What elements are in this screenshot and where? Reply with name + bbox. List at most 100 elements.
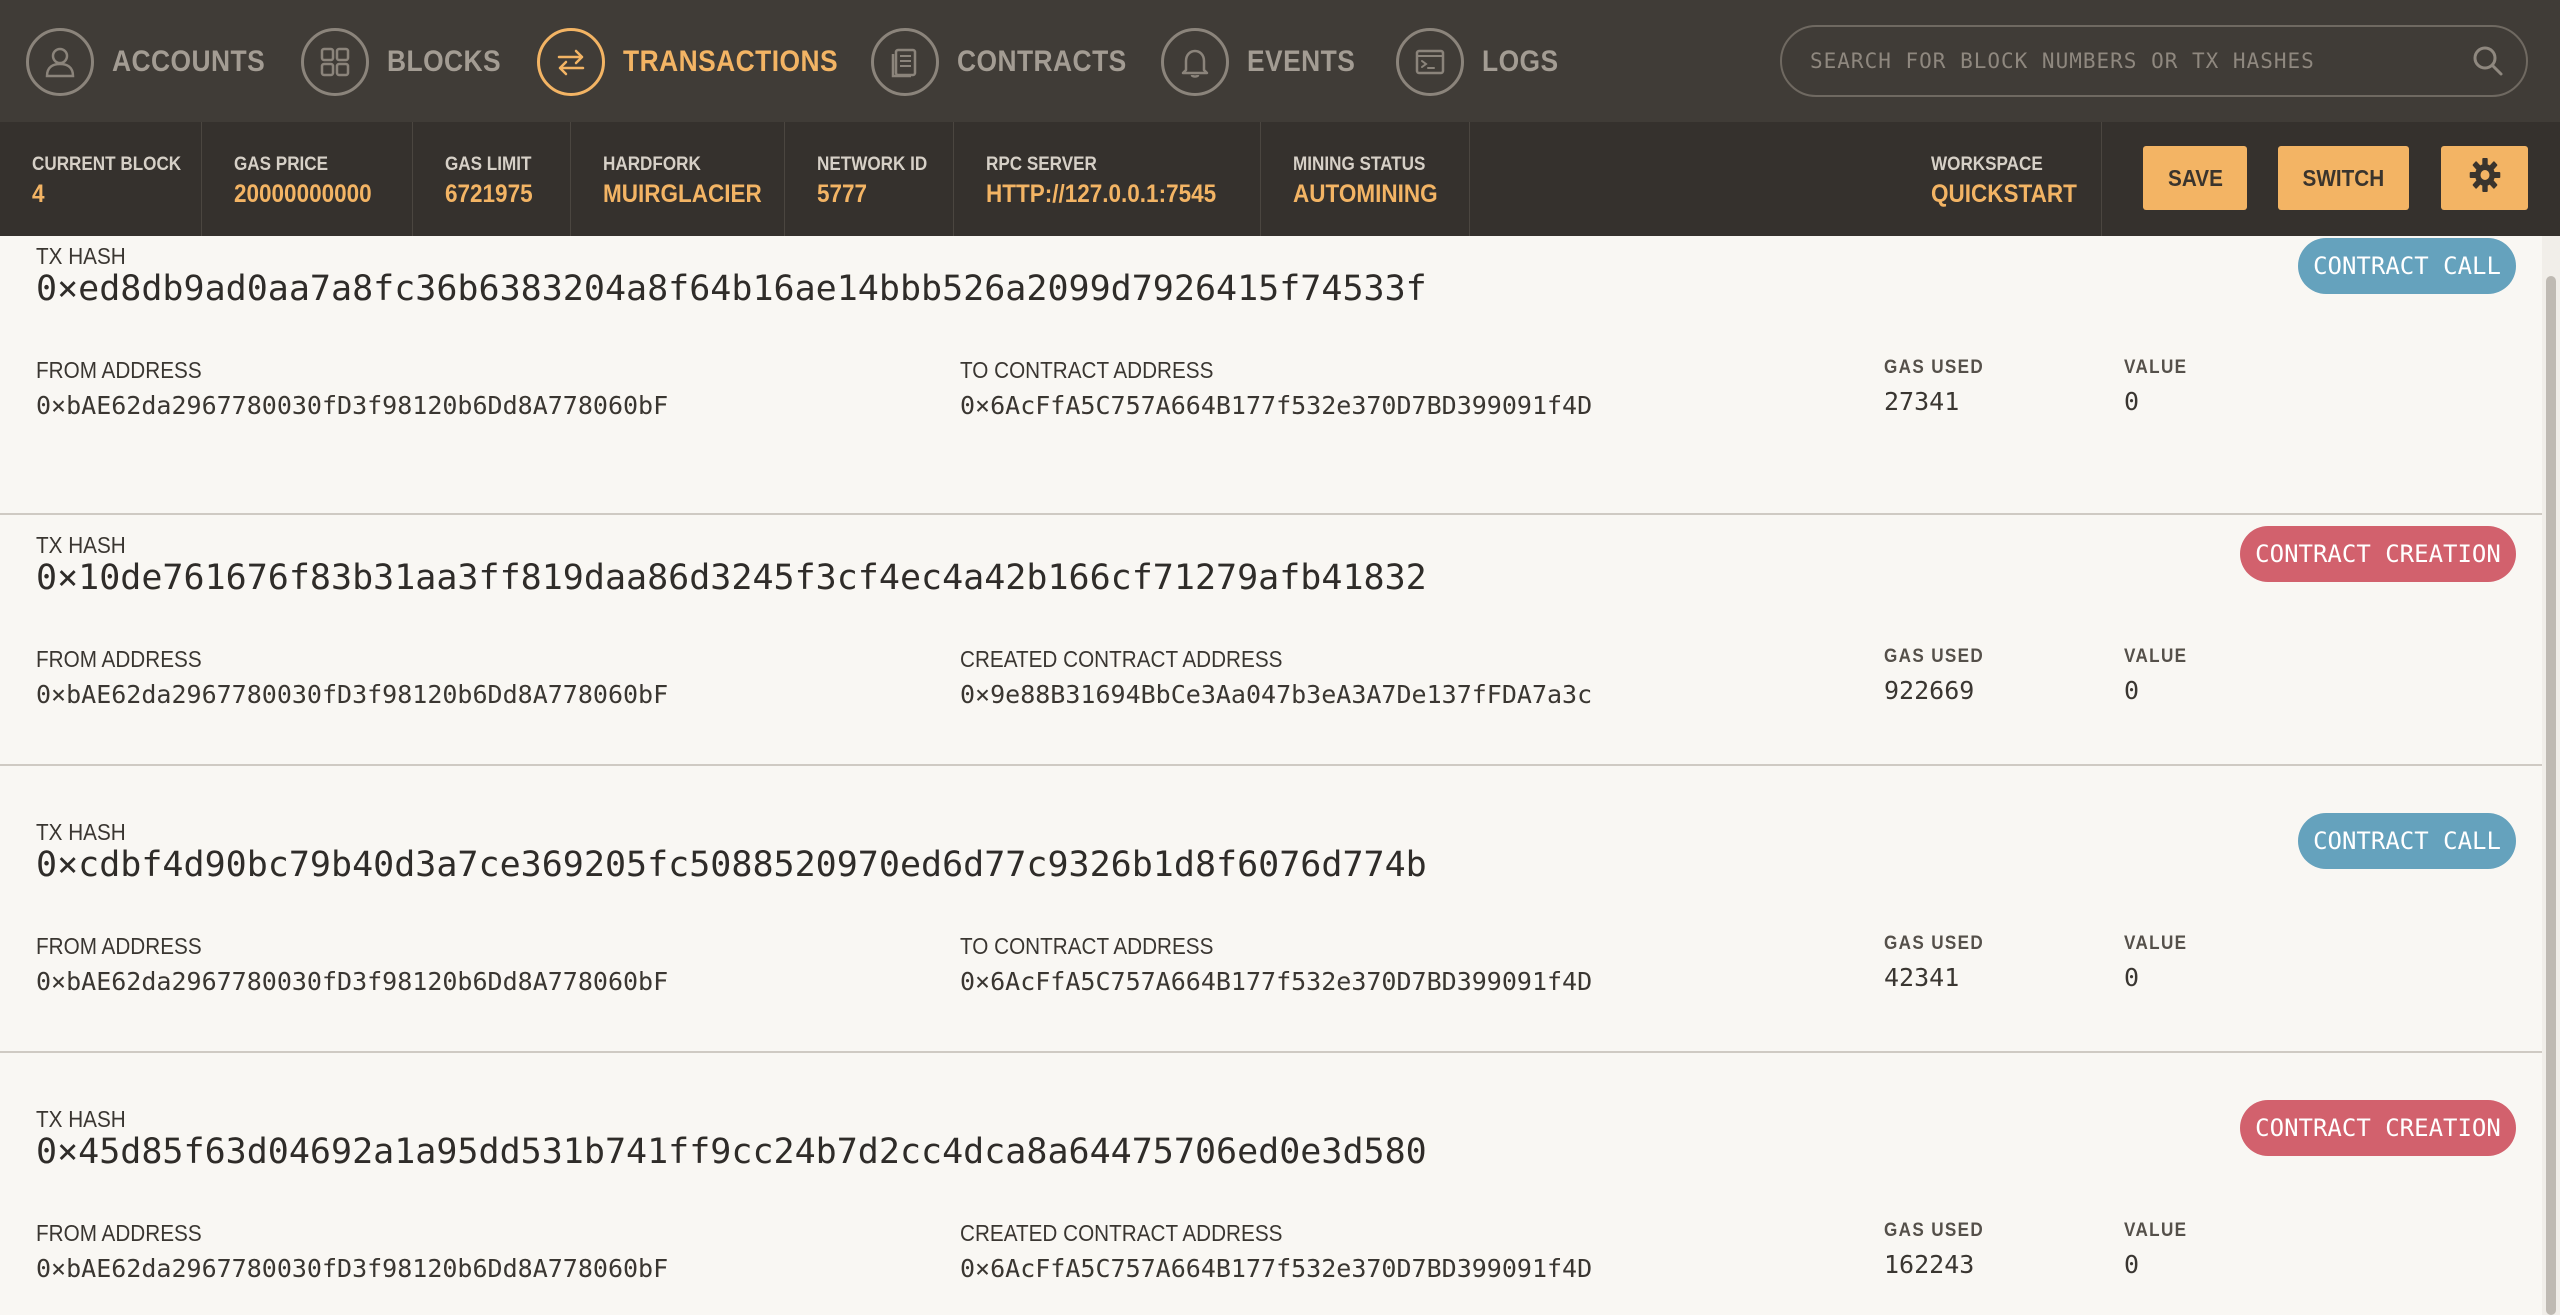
switch-button[interactable]: SWITCH xyxy=(2278,146,2409,210)
bell-icon xyxy=(1161,28,1229,96)
stat-gas-limit: GAS LIMIT 6721975 xyxy=(413,122,571,236)
from-address: 0×bAE62da2967780030fD3f98120b6Dd8A778060… xyxy=(36,391,669,420)
transaction-row[interactable]: TX HASH 0×ed8db9ad0aa7a8fc36b6383204a8f6… xyxy=(0,236,2542,515)
tx-value: 0 xyxy=(2124,387,2140,416)
to-address-label: TO CONTRACT ADDRESS xyxy=(960,357,1214,383)
stat-value: 5777 xyxy=(817,180,868,208)
nav-label: TRANSACTIONS xyxy=(623,45,839,78)
stat-rpc-server: RPC SERVER HTTP://127.0.0.1:7545 xyxy=(954,122,1261,236)
tx-type-badge: CONTRACT CALL xyxy=(2298,813,2516,869)
value-label: VALUE xyxy=(2124,1220,2188,1241)
nav-label: ACCOUNTS xyxy=(112,45,266,78)
nav-logs[interactable]: LOGS xyxy=(1396,26,1569,98)
to-address: 0×6AcFfA5C757A664B177f532e370D7BD399091f… xyxy=(960,967,1593,996)
gas-used: 42341 xyxy=(1884,963,1960,992)
stat-label: HARDFORK xyxy=(603,154,701,175)
transaction-row[interactable]: TX HASH 0×45d85f63d04692a1a95dd531b741ff… xyxy=(0,1054,2542,1315)
tx-hash-label: TX HASH xyxy=(36,243,126,269)
transaction-row[interactable]: TX HASH 0×10de761676f83b31aa3ff819daa86d… xyxy=(0,480,2542,766)
stat-value: MUIRGLACIER xyxy=(603,180,762,208)
from-address: 0×bAE62da2967780030fD3f98120b6Dd8A778060… xyxy=(36,967,669,996)
divider xyxy=(2101,122,2102,236)
person-icon xyxy=(26,28,94,96)
nav-transactions[interactable]: TRANSACTIONS xyxy=(537,26,867,98)
stat-label: NETWORK ID xyxy=(817,154,928,175)
transaction-row[interactable]: TX HASH 0×cdbf4d90bc79b40d3a7ce369205fc5… xyxy=(0,767,2542,1053)
stat-value: 4 xyxy=(32,180,45,208)
from-address-label: FROM ADDRESS xyxy=(36,1220,202,1246)
tx-hash: 0×cdbf4d90bc79b40d3a7ce369205fc508852097… xyxy=(36,845,1427,885)
tx-value: 0 xyxy=(2124,1250,2140,1279)
stat-value: AUTOMINING xyxy=(1293,180,1438,208)
gas-used-label: GAS USED xyxy=(1884,357,1985,378)
search-input[interactable] xyxy=(1808,48,2458,74)
top-navigation: ACCOUNTS BLOCKS TRANSACTIONS CONTRACTS E… xyxy=(0,0,2560,122)
stat-label: WORKSPACE xyxy=(1931,154,2043,175)
stat-label: GAS LIMIT xyxy=(445,154,532,175)
nav-label: CONTRACTS xyxy=(957,45,1127,78)
tx-value: 0 xyxy=(2124,676,2140,705)
gas-used-label: GAS USED xyxy=(1884,1220,1985,1241)
stat-value: 20000000000 xyxy=(234,180,372,208)
search-icon[interactable] xyxy=(2458,31,2518,91)
stat-label: RPC SERVER xyxy=(986,154,1097,175)
from-address-label: FROM ADDRESS xyxy=(36,646,202,672)
stat-current-block: CURRENT BLOCK 4 xyxy=(0,122,202,236)
from-address-label: FROM ADDRESS xyxy=(36,933,202,959)
to-address-label: CREATED CONTRACT ADDRESS xyxy=(960,646,1283,672)
tx-hash-label: TX HASH xyxy=(36,1106,126,1132)
scrollbar-thumb[interactable] xyxy=(2546,276,2556,1315)
stat-network-id: NETWORK ID 5777 xyxy=(785,122,954,236)
stat-label: GAS PRICE xyxy=(234,154,329,175)
swap-arrows-icon xyxy=(537,28,605,96)
to-address-label: CREATED CONTRACT ADDRESS xyxy=(960,1220,1283,1246)
tx-hash: 0×45d85f63d04692a1a95dd531b741ff9cc24b7d… xyxy=(36,1132,1427,1172)
from-address: 0×bAE62da2967780030fD3f98120b6Dd8A778060… xyxy=(36,680,669,709)
tx-value: 0 xyxy=(2124,963,2140,992)
terminal-icon xyxy=(1396,28,1464,96)
stat-value: QUICKSTART xyxy=(1931,180,2077,208)
transaction-list: TX HASH 0×ed8db9ad0aa7a8fc36b6383204a8f6… xyxy=(0,236,2542,1315)
tx-hash-label: TX HASH xyxy=(36,819,126,845)
tx-type-badge: CONTRACT CREATION xyxy=(2240,1100,2516,1156)
gas-used: 162243 xyxy=(1884,1250,1975,1279)
document-icon xyxy=(871,28,939,96)
gas-used: 922669 xyxy=(1884,676,1975,705)
nav-label: BLOCKS xyxy=(387,45,502,78)
stat-value: HTTP://127.0.0.1:7545 xyxy=(986,180,1217,208)
stat-label: MINING STATUS xyxy=(1293,154,1426,175)
nav-blocks[interactable]: BLOCKS xyxy=(301,26,517,98)
nav-contracts[interactable]: CONTRACTS xyxy=(871,26,1150,98)
tx-hash: 0×10de761676f83b31aa3ff819daa86d3245f3cf… xyxy=(36,558,1427,598)
nav-events[interactable]: EVENTS xyxy=(1161,26,1370,98)
gas-used-label: GAS USED xyxy=(1884,933,1985,954)
to-address: 0×9e88B31694BbCe3Aa047b3eA3A7De137fFDA7a… xyxy=(960,680,1593,709)
value-label: VALUE xyxy=(2124,933,2188,954)
stat-workspace: WORKSPACE QUICKSTART xyxy=(1931,122,2101,236)
tx-type-badge: CONTRACT CALL xyxy=(2298,238,2516,294)
from-address: 0×bAE62da2967780030fD3f98120b6Dd8A778060… xyxy=(36,1254,669,1283)
stat-value: 6721975 xyxy=(445,180,533,208)
stat-gas-price: GAS PRICE 20000000000 xyxy=(202,122,413,236)
gear-icon xyxy=(2467,155,2503,201)
to-address: 0×6AcFfA5C757A664B177f532e370D7BD399091f… xyxy=(960,1254,1593,1283)
grid-icon xyxy=(301,28,369,96)
tx-hash-label: TX HASH xyxy=(36,532,126,558)
tx-hash: 0×ed8db9ad0aa7a8fc36b6383204a8f64b16ae14… xyxy=(36,269,1427,309)
gas-used-label: GAS USED xyxy=(1884,646,1985,667)
scrollbar[interactable] xyxy=(2542,236,2560,1315)
value-label: VALUE xyxy=(2124,646,2188,667)
gas-used: 27341 xyxy=(1884,387,1960,416)
value-label: VALUE xyxy=(2124,357,2188,378)
search-box xyxy=(1780,25,2528,97)
nav-label: LOGS xyxy=(1482,45,1559,78)
settings-button[interactable] xyxy=(2441,146,2528,210)
stat-hardfork: HARDFORK MUIRGLACIER xyxy=(571,122,785,236)
nav-accounts[interactable]: ACCOUNTS xyxy=(26,26,286,98)
save-button[interactable]: SAVE xyxy=(2143,146,2247,210)
to-address-label: TO CONTRACT ADDRESS xyxy=(960,933,1214,959)
nav-label: EVENTS xyxy=(1247,45,1356,78)
stat-mining-status: MINING STATUS AUTOMINING xyxy=(1261,122,1470,236)
tx-type-badge: CONTRACT CREATION xyxy=(2240,526,2516,582)
to-address: 0×6AcFfA5C757A664B177f532e370D7BD399091f… xyxy=(960,391,1593,420)
